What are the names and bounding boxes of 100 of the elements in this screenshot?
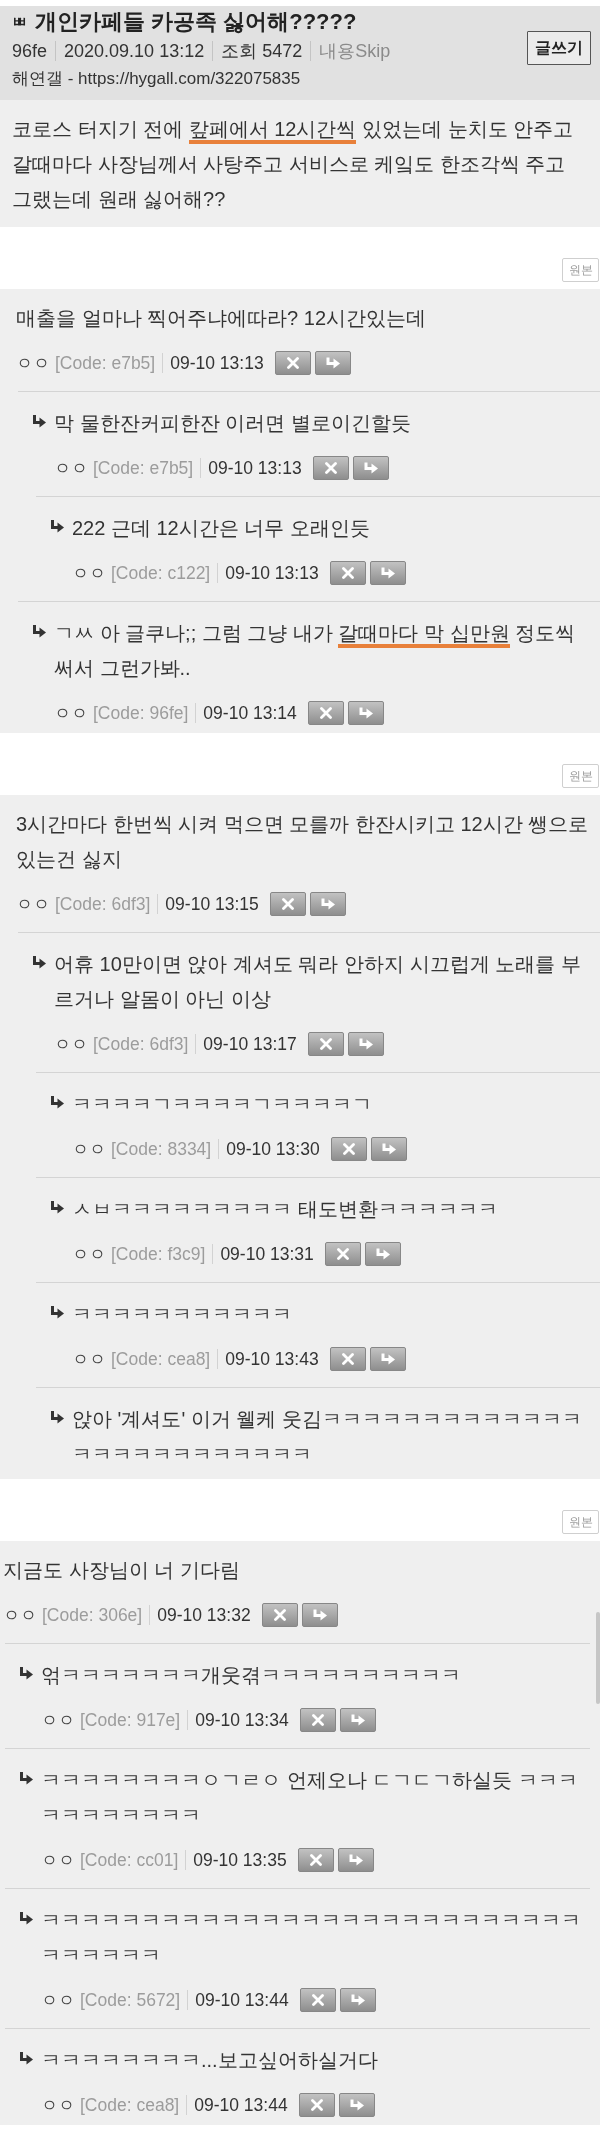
delete-button[interactable] bbox=[261, 1603, 298, 1627]
comment-text: 222 근데 12시간은 너무 오래인듯 bbox=[72, 516, 371, 541]
comment-time: 09-10 13:44 bbox=[194, 2094, 288, 2116]
author-name: ㅇㅇ bbox=[41, 1849, 75, 1872]
comment-text: ㅋㅋㅋㅋㅋㅋㅋㅋ...보고싶어하실거다 bbox=[41, 2048, 379, 2073]
comment-time: 09-10 13:15 bbox=[165, 893, 259, 915]
comment-code: [Code: c122] bbox=[111, 562, 211, 584]
arrow-icon bbox=[320, 898, 335, 910]
comment-text: 어휴 10만이면 앉아 계셔도 뭐라 안하지 시끄럽게 노래를 부르거나 알몸이 아닌 이상 bbox=[54, 952, 582, 1012]
source-url: 해연갤 - https://hygall.com/322075835 bbox=[12, 68, 302, 90]
comment-code: [Code: 96fe] bbox=[93, 702, 189, 724]
delete-button[interactable] bbox=[299, 1708, 336, 1732]
delete-button[interactable] bbox=[307, 701, 344, 725]
comment-time: 09-10 13:13 bbox=[170, 352, 264, 374]
reply-button[interactable] bbox=[369, 561, 406, 585]
author-name: ㅇㅇ bbox=[54, 1033, 88, 1056]
arrow-icon bbox=[381, 1143, 396, 1155]
reply-button[interactable] bbox=[309, 892, 346, 916]
comment-time: 09-10 13:17 bbox=[203, 1033, 297, 1055]
reply-button[interactable] bbox=[339, 1708, 376, 1732]
author-code: 96fe bbox=[12, 40, 48, 62]
author-name: ㅇㅇ bbox=[72, 1348, 106, 1371]
reply-button[interactable] bbox=[352, 456, 389, 480]
x-icon bbox=[311, 1994, 324, 2006]
reply-button[interactable] bbox=[347, 701, 384, 725]
reply-arrow-icon bbox=[19, 1772, 33, 1785]
author-name: ㅇㅇ bbox=[72, 1243, 106, 1266]
original-button[interactable]: 원본 bbox=[562, 1510, 599, 1534]
arrow-icon bbox=[358, 1038, 373, 1050]
delete-button[interactable] bbox=[297, 1848, 334, 1872]
comment-text: ㅋㅋㅋㅋㅋㅋㅋㅋㅋㅋㅋ bbox=[72, 1302, 293, 1327]
delete-button[interactable] bbox=[298, 2093, 335, 2117]
reply-button[interactable] bbox=[369, 1347, 406, 1371]
comment-code: [Code: 306e] bbox=[42, 1604, 143, 1626]
arrow-icon bbox=[358, 707, 373, 719]
comment-code: [Code: 5672] bbox=[80, 1989, 181, 2011]
comment-code: [Code: 6df3] bbox=[93, 1033, 189, 1055]
delete-button[interactable] bbox=[312, 456, 349, 480]
delete-button[interactable] bbox=[330, 1137, 367, 1161]
comment-time: 09-10 13:35 bbox=[193, 1849, 287, 1871]
author-name: ㅇㅇ bbox=[54, 702, 88, 725]
reply-button[interactable] bbox=[338, 2093, 375, 2117]
reply-button[interactable] bbox=[339, 1988, 376, 2012]
comment-time: 09-10 13:13 bbox=[225, 562, 319, 584]
author-name: ㅇㅇ bbox=[16, 893, 50, 916]
author-name: ㅇㅇ bbox=[41, 1709, 75, 1732]
x-icon bbox=[319, 707, 332, 719]
delete-button[interactable] bbox=[329, 1347, 366, 1371]
comment-time: 09-10 13:13 bbox=[208, 457, 302, 479]
scrollbar-thumb[interactable] bbox=[596, 1612, 600, 1704]
reply-button[interactable] bbox=[337, 1848, 374, 1872]
comment-text: ㅋㅋㅋㅋㄱㅋㅋㅋㅋㄱㅋㅋㅋㅋㄱ bbox=[72, 1092, 373, 1117]
reply-arrow-icon bbox=[50, 1201, 64, 1214]
x-icon bbox=[324, 462, 337, 474]
comment-text: 3시간마다 한번씩 시켜 먹으면 모를까 한잔시키고 12시간 쌩으로 있는건 싫지 bbox=[16, 812, 590, 872]
comment-text: 지금도 사장님이 너 기다림 bbox=[3, 1558, 241, 1583]
reply-button[interactable] bbox=[314, 351, 351, 375]
comment-time: 09-10 13:43 bbox=[225, 1348, 319, 1370]
delete-button[interactable] bbox=[329, 561, 366, 585]
comment-code: [Code: f3c9] bbox=[111, 1243, 206, 1265]
delete-button[interactable] bbox=[299, 1988, 336, 2012]
comment-text: ㅅㅂㅋㅋㅋㅋㅋㅋㅋㅋㅋ 태도변환ㅋㅋㅋㅋㅋㅋ bbox=[72, 1197, 499, 1222]
delete-button[interactable] bbox=[274, 351, 311, 375]
original-button[interactable]: 원본 bbox=[562, 258, 599, 282]
x-icon bbox=[281, 898, 294, 910]
author-name: ㅇㅇ bbox=[72, 562, 106, 585]
author-name: ㅇㅇ bbox=[72, 1138, 106, 1161]
x-icon bbox=[273, 1609, 286, 1621]
arrow-icon bbox=[348, 1854, 363, 1866]
x-icon bbox=[311, 1714, 324, 1726]
delete-button[interactable] bbox=[269, 892, 306, 916]
reply-button[interactable] bbox=[301, 1603, 338, 1627]
reply-button[interactable] bbox=[370, 1137, 407, 1161]
write-button[interactable]: 글쓰기 bbox=[527, 31, 591, 65]
comment-text: ㅋㅋㅋㅋㅋㅋㅋㅋㅋㅋㅋㅋㅋㅋㅋㅋㅋㅋㅋㅋㅋㅋㅋㅋㅋㅋㅋㅋㅋㅋㅋㅋㅋ bbox=[41, 1908, 582, 1968]
reply-arrow-icon bbox=[50, 1096, 64, 1109]
reply-button[interactable] bbox=[364, 1242, 401, 1266]
reply-arrow-icon bbox=[50, 1306, 64, 1319]
comment-time: 09-10 13:34 bbox=[195, 1709, 289, 1731]
arrow-icon bbox=[349, 2099, 364, 2111]
reply-arrow-icon bbox=[32, 956, 46, 969]
delete-button[interactable] bbox=[324, 1242, 361, 1266]
reply-button[interactable] bbox=[347, 1032, 384, 1056]
comment-time: 09-10 13:30 bbox=[226, 1138, 320, 1160]
delete-button[interactable] bbox=[307, 1032, 344, 1056]
arrow-icon bbox=[312, 1609, 327, 1621]
comment-code: [Code: 6df3] bbox=[55, 893, 151, 915]
original-button[interactable]: 원본 bbox=[562, 764, 599, 788]
author-name: ㅇㅇ bbox=[41, 2094, 75, 2117]
skip-link[interactable]: 내용Skip bbox=[319, 40, 391, 62]
reply-arrow-icon bbox=[19, 1667, 33, 1680]
author-name: ㅇㅇ bbox=[16, 352, 50, 375]
comment-time: 09-10 13:31 bbox=[220, 1243, 314, 1265]
arrow-icon bbox=[363, 462, 378, 474]
comment-code: [Code: 917e] bbox=[80, 1709, 181, 1731]
x-icon bbox=[319, 1038, 332, 1050]
comment-text: 앉아 '계셔도' 이거 웰케 웃김ㅋㅋㅋㅋㅋㅋㅋㅋㅋㅋㅋㅋㅋㅋㅋㅋㅋㅋㅋㅋㅋㅋㅋㅋㅋ bbox=[72, 1407, 583, 1467]
arrow-icon bbox=[375, 1248, 390, 1260]
x-icon bbox=[341, 1353, 354, 1365]
comment-time: 09-10 13:44 bbox=[195, 1989, 289, 2011]
